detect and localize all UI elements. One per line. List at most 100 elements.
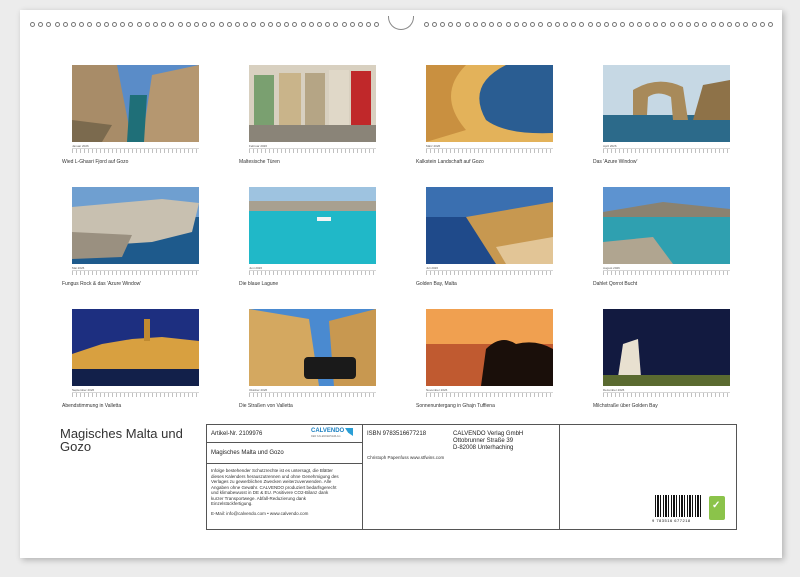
binding-ring — [751, 22, 757, 27]
photo-december — [603, 309, 730, 386]
binding-ring — [489, 22, 495, 27]
binding-ring — [702, 22, 708, 27]
photo-caption: Kalkstein Landschaft auf Gozo — [416, 159, 484, 165]
binding-ring — [46, 22, 52, 27]
photo-caption: Sonnenuntergang in Ghajn Tuffiena — [416, 403, 495, 409]
binding-ring — [95, 22, 101, 27]
day-strip — [249, 270, 376, 275]
info-column-isbn: ISBN 9783516677218 CALVENDO Verlag GmbH … — [363, 425, 560, 529]
binding-ring — [333, 22, 339, 27]
photo-january — [72, 65, 199, 142]
binding-ring — [423, 22, 429, 27]
binding-ring — [349, 22, 355, 27]
binding-ring — [481, 22, 486, 27]
binding-ring — [440, 22, 445, 27]
binding-ring — [530, 22, 536, 27]
product-title: Magisches Malta und Gozo — [211, 450, 284, 456]
month-cell: Juli 2026 Golden Bay, Malta — [416, 187, 556, 307]
binding-ring — [735, 22, 741, 27]
binding-ring — [669, 22, 675, 27]
binding-ring — [464, 22, 470, 27]
month-cell: Mai 2026 Fungus Rock & das 'Azure Window… — [62, 187, 202, 307]
binding-ring — [243, 22, 249, 27]
day-strip — [249, 148, 376, 153]
binding-ring — [636, 22, 642, 27]
binding-ring — [120, 22, 126, 27]
binding-ring — [112, 22, 117, 27]
photo-august — [603, 187, 730, 264]
binding-ring — [79, 22, 85, 27]
binding-ring — [604, 22, 609, 27]
day-strip — [603, 270, 730, 275]
binding-ring — [579, 22, 585, 27]
binding-ring — [251, 22, 257, 27]
photo-june — [249, 187, 376, 264]
photo-november — [426, 309, 553, 386]
binding-ring — [694, 22, 700, 27]
binding-ring — [587, 22, 593, 27]
photo-april — [603, 65, 730, 142]
day-strip — [72, 392, 199, 397]
binding-ring — [153, 22, 158, 27]
day-strip — [72, 270, 199, 275]
day-strip — [603, 392, 730, 397]
binding-ring — [759, 22, 765, 27]
photo-july — [426, 187, 553, 264]
binding-ring — [267, 22, 273, 27]
binding-ring — [276, 22, 281, 27]
info-column-article: Artikel-Nr. 2109976 CALVENDO DER KALENDE… — [207, 425, 363, 529]
barcode-number: 9 783516 677218 — [652, 518, 691, 523]
binding-ring — [292, 22, 298, 27]
binding-ring — [620, 22, 626, 27]
spiral-binding — [20, 10, 782, 38]
photo-caption: Die Straßen von Valletta — [239, 403, 293, 409]
info-column-barcode: 9 783516 677218 ✓ — [560, 425, 736, 529]
month-cell: Juni 2026 Die blaue Lagune — [239, 187, 379, 307]
binding-ring — [218, 22, 224, 27]
contact-email: E-Mail: info@calvendo.com • www.calvendo… — [211, 511, 309, 516]
photo-caption: Milchstraße über Golden Bay — [593, 403, 658, 409]
hanger-hook — [388, 16, 414, 30]
binding-ring — [513, 22, 519, 27]
photo-may — [72, 187, 199, 264]
photo-caption: Abendstimmung in Valletta — [62, 403, 122, 409]
binding-ring — [317, 22, 322, 27]
binding-ring — [768, 22, 773, 27]
month-cell: April 2026 Das 'Azure Window' — [593, 65, 733, 185]
binding-ring — [366, 22, 372, 27]
photo-caption: Fungus Rock & das 'Azure Window' — [62, 281, 142, 287]
photo-caption: Die blaue Lagune — [239, 281, 279, 287]
binding-ring — [341, 22, 347, 27]
binding-ring — [62, 22, 68, 27]
binding-ring — [743, 22, 749, 27]
binding-ring — [226, 22, 232, 27]
binding-ring — [128, 22, 134, 27]
binding-ring — [546, 22, 552, 27]
binding-ring — [284, 22, 290, 27]
day-strip — [249, 392, 376, 397]
photo-september — [72, 309, 199, 386]
binding-ring — [563, 22, 568, 27]
month-cell: März 2026 Kalkstein Landschaft auf Gozo — [416, 65, 556, 185]
day-strip — [426, 148, 553, 153]
divider — [207, 463, 362, 464]
binding-ring — [571, 22, 577, 27]
binding-ring — [718, 22, 724, 27]
month-cell: November 2026 Sonnenuntergang in Ghajn T… — [416, 309, 556, 429]
month-cell: Februar 2026 Maltesische Türen — [239, 65, 379, 185]
binding-ring — [653, 22, 659, 27]
binding-ring — [595, 22, 601, 27]
day-strip — [72, 148, 199, 153]
binding-ring — [727, 22, 732, 27]
binding-ring — [325, 22, 331, 27]
binding-ring — [505, 22, 511, 27]
binding-ring — [431, 22, 437, 27]
binding-ring — [710, 22, 716, 27]
binding-ring — [136, 22, 142, 27]
binding-ring — [87, 22, 93, 27]
publisher-city: D-82008 Unterhaching — [453, 445, 514, 451]
binding-ring — [497, 22, 503, 27]
binding-ring — [194, 22, 199, 27]
photo-caption: Golden Bay, Malta — [416, 281, 457, 287]
divider — [207, 442, 362, 443]
